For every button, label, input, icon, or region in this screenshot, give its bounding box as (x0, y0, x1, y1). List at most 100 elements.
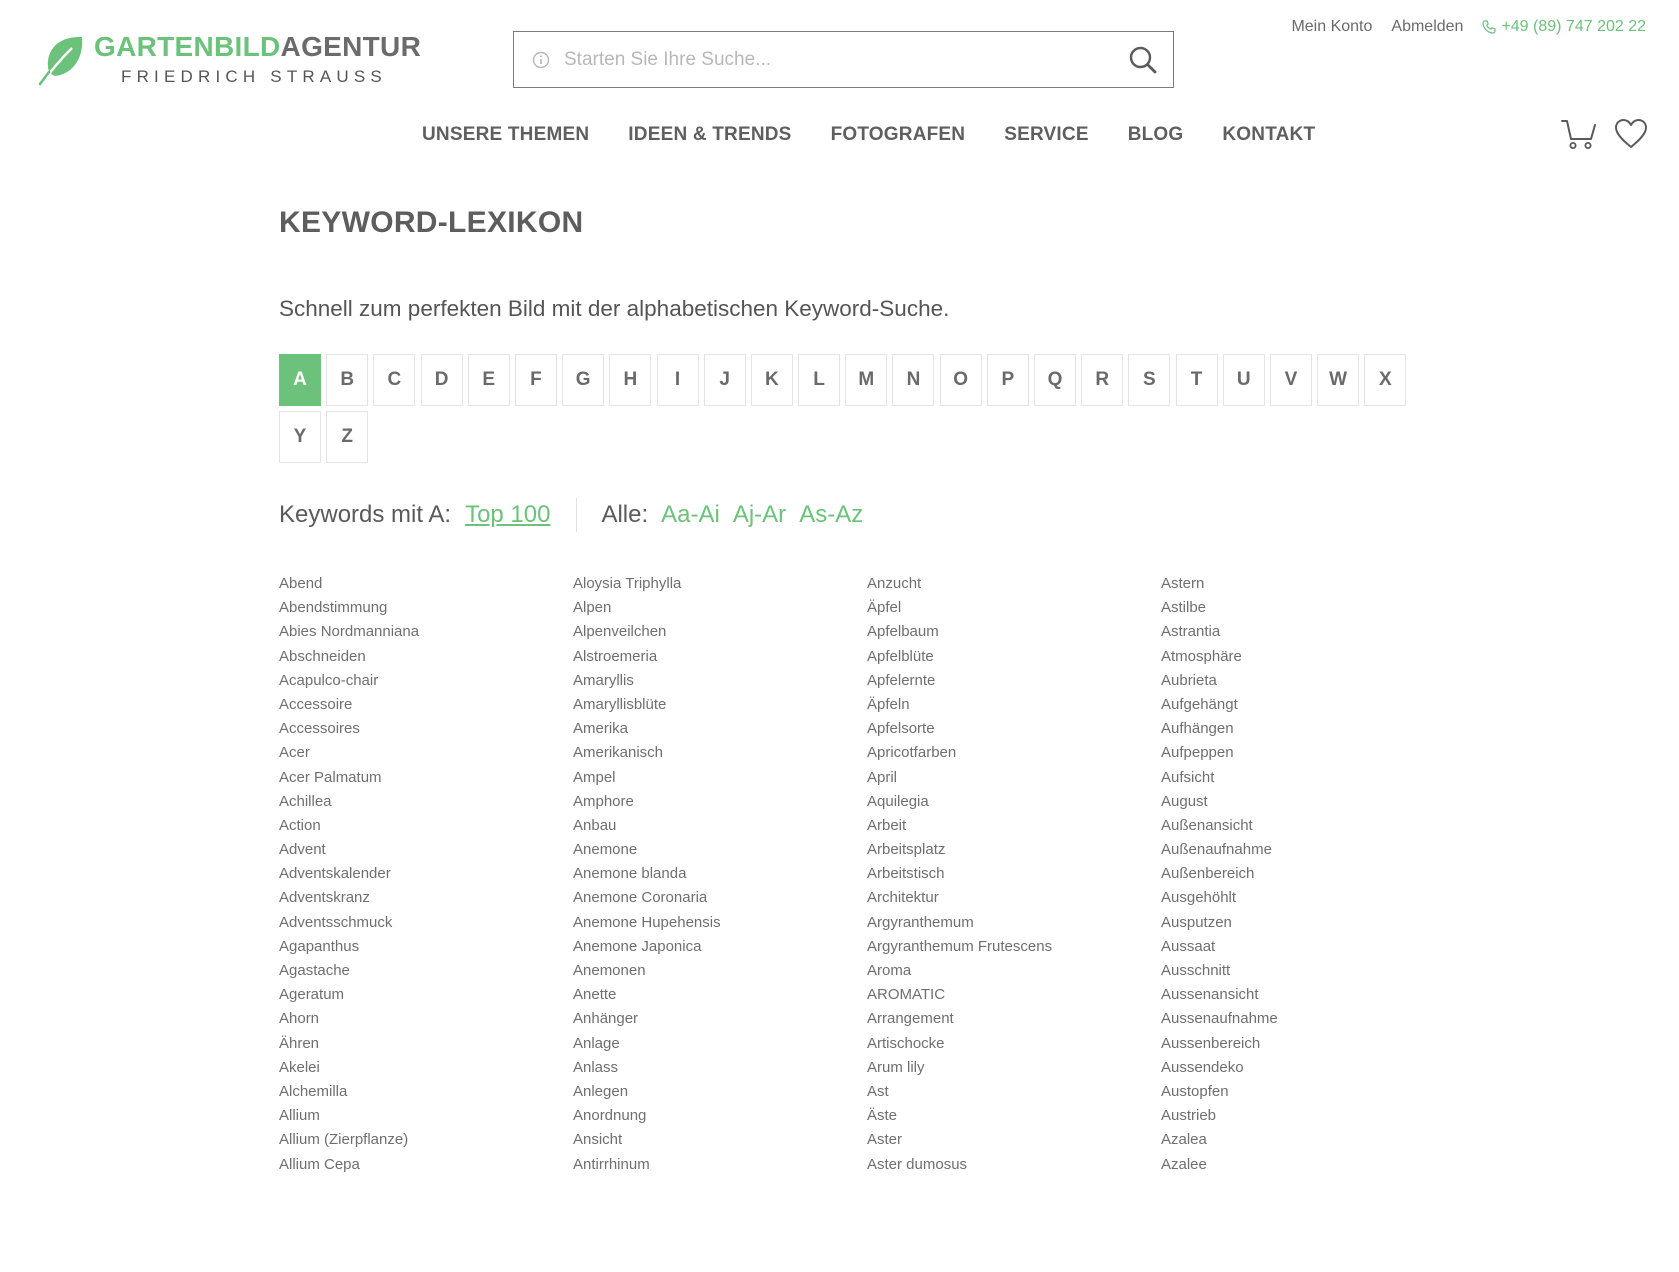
keyword-link[interactable]: Austopfen (1161, 1080, 1455, 1104)
letter-button-k[interactable]: K (750, 354, 793, 406)
keyword-link[interactable]: Ähren (279, 1032, 573, 1056)
letter-button-p[interactable]: P (986, 354, 1029, 406)
keyword-link[interactable]: Äste (867, 1104, 1161, 1128)
top100-link[interactable]: Top 100 (465, 501, 550, 529)
keyword-link[interactable]: Außenansicht (1161, 814, 1455, 838)
keyword-link[interactable]: Antirrhinum (573, 1153, 867, 1177)
keyword-link[interactable]: Aufsicht (1161, 766, 1455, 790)
keyword-link[interactable]: Azalee (1161, 1153, 1455, 1177)
keyword-link[interactable]: Ausschnitt (1161, 959, 1455, 983)
keyword-link[interactable]: Aussenansicht (1161, 983, 1455, 1007)
keyword-link[interactable]: Anemone Hupehensis (573, 911, 867, 935)
keyword-link[interactable]: Ahorn (279, 1007, 573, 1031)
keyword-link[interactable]: Acapulco-chair (279, 669, 573, 693)
keyword-link[interactable]: Aussenbereich (1161, 1032, 1455, 1056)
keyword-link[interactable]: AROMATIC (867, 983, 1161, 1007)
keyword-link[interactable]: August (1161, 790, 1455, 814)
keyword-link[interactable]: Alchemilla (279, 1080, 573, 1104)
keyword-link[interactable]: Allium (Zierpflanze) (279, 1128, 573, 1152)
keyword-link[interactable]: Aster dumosus (867, 1153, 1161, 1177)
keyword-link[interactable]: Amphore (573, 790, 867, 814)
keyword-link[interactable]: Anhänger (573, 1007, 867, 1031)
keyword-link[interactable]: Achillea (279, 790, 573, 814)
keyword-link[interactable]: Anordnung (573, 1104, 867, 1128)
keyword-link[interactable]: Action (279, 814, 573, 838)
letter-button-i[interactable]: I (656, 354, 699, 406)
logout-link[interactable]: Abmelden (1391, 18, 1463, 36)
keyword-link[interactable]: Accessoire (279, 693, 573, 717)
keyword-link[interactable]: Atmosphäre (1161, 645, 1455, 669)
keyword-link[interactable]: Astern (1161, 572, 1455, 596)
keyword-link[interactable]: Anemonen (573, 959, 867, 983)
keyword-link[interactable]: Apfelblüte (867, 645, 1161, 669)
search-input[interactable] (550, 32, 1113, 87)
nav-item-fotografen[interactable]: FOTOGRAFEN (831, 124, 966, 146)
keyword-link[interactable]: Acer (279, 741, 573, 765)
keyword-link[interactable]: Abendstimmung (279, 596, 573, 620)
keyword-link[interactable]: Anlegen (573, 1080, 867, 1104)
keyword-link[interactable]: Advent (279, 838, 573, 862)
nav-item-ideen-trends[interactable]: IDEEN & TRENDS (628, 124, 791, 146)
letter-button-n[interactable]: N (892, 354, 935, 406)
keyword-link[interactable]: Ampel (573, 766, 867, 790)
keyword-link[interactable]: Aussenaufnahme (1161, 1007, 1455, 1031)
keyword-link[interactable]: Azalea (1161, 1128, 1455, 1152)
keyword-link[interactable]: Amaryllisblüte (573, 693, 867, 717)
nav-item-kontakt[interactable]: KONTAKT (1222, 124, 1315, 146)
letter-button-d[interactable]: D (420, 354, 463, 406)
letter-button-a[interactable]: A (279, 354, 321, 406)
keyword-link[interactable]: Außenaufnahme (1161, 838, 1455, 862)
letter-button-s[interactable]: S (1128, 354, 1171, 406)
keyword-link[interactable]: Aster (867, 1128, 1161, 1152)
keyword-link[interactable]: Alpen (573, 596, 867, 620)
letter-button-b[interactable]: B (326, 354, 369, 406)
keyword-link[interactable]: Aufhängen (1161, 717, 1455, 741)
letter-button-l[interactable]: L (798, 354, 841, 406)
keyword-link[interactable]: Ausgehöhlt (1161, 886, 1455, 910)
keyword-link[interactable]: Arum lily (867, 1056, 1161, 1080)
keyword-link[interactable]: Architektur (867, 886, 1161, 910)
keyword-link[interactable]: Aquilegia (867, 790, 1161, 814)
letter-button-e[interactable]: E (467, 354, 510, 406)
keyword-link[interactable]: Alstroemeria (573, 645, 867, 669)
keyword-link[interactable]: Arbeit (867, 814, 1161, 838)
keyword-link[interactable]: Außenbereich (1161, 862, 1455, 886)
keyword-link[interactable]: Abschneiden (279, 645, 573, 669)
letter-button-r[interactable]: R (1081, 354, 1124, 406)
keyword-link[interactable]: Artischocke (867, 1032, 1161, 1056)
keyword-link[interactable]: Aussendeko (1161, 1056, 1455, 1080)
keyword-link[interactable]: Amerikanisch (573, 741, 867, 765)
keyword-link[interactable]: Agapanthus (279, 935, 573, 959)
letter-button-v[interactable]: V (1269, 354, 1312, 406)
keyword-link[interactable]: Alpenveilchen (573, 620, 867, 644)
letter-button-g[interactable]: G (562, 354, 605, 406)
nav-item-service[interactable]: SERVICE (1004, 124, 1088, 146)
keyword-link[interactable]: Acer Palmatum (279, 766, 573, 790)
keyword-link[interactable]: Ansicht (573, 1128, 867, 1152)
keyword-link[interactable]: Adventskalender (279, 862, 573, 886)
keyword-link[interactable]: Ausputzen (1161, 911, 1455, 935)
keyword-link[interactable]: Äpfeln (867, 693, 1161, 717)
keyword-link[interactable]: Apricotfarben (867, 741, 1161, 765)
keyword-link[interactable]: Agastache (279, 959, 573, 983)
range-link-aj-ar[interactable]: Aj-Ar (733, 501, 786, 529)
keyword-link[interactable]: Anlage (573, 1032, 867, 1056)
keyword-link[interactable]: Abend (279, 572, 573, 596)
letter-button-h[interactable]: H (609, 354, 652, 406)
keyword-link[interactable]: Adventskranz (279, 886, 573, 910)
keyword-link[interactable]: Argyranthemum (867, 911, 1161, 935)
keyword-link[interactable]: Aloysia Triphylla (573, 572, 867, 596)
keyword-link[interactable]: Aussaat (1161, 935, 1455, 959)
keyword-link[interactable]: Ast (867, 1080, 1161, 1104)
keyword-link[interactable]: Aroma (867, 959, 1161, 983)
keyword-link[interactable]: Aufpeppen (1161, 741, 1455, 765)
keyword-link[interactable]: Anette (573, 983, 867, 1007)
keyword-link[interactable]: Abies Nordmanniana (279, 620, 573, 644)
nav-item-blog[interactable]: BLOG (1128, 124, 1184, 146)
keyword-link[interactable]: Anemone Japonica (573, 935, 867, 959)
keyword-link[interactable]: Anlass (573, 1056, 867, 1080)
keyword-link[interactable]: Apfelbaum (867, 620, 1161, 644)
letter-button-w[interactable]: W (1317, 354, 1360, 406)
keyword-link[interactable]: Astrantia (1161, 620, 1455, 644)
letter-button-z[interactable]: Z (326, 411, 369, 463)
